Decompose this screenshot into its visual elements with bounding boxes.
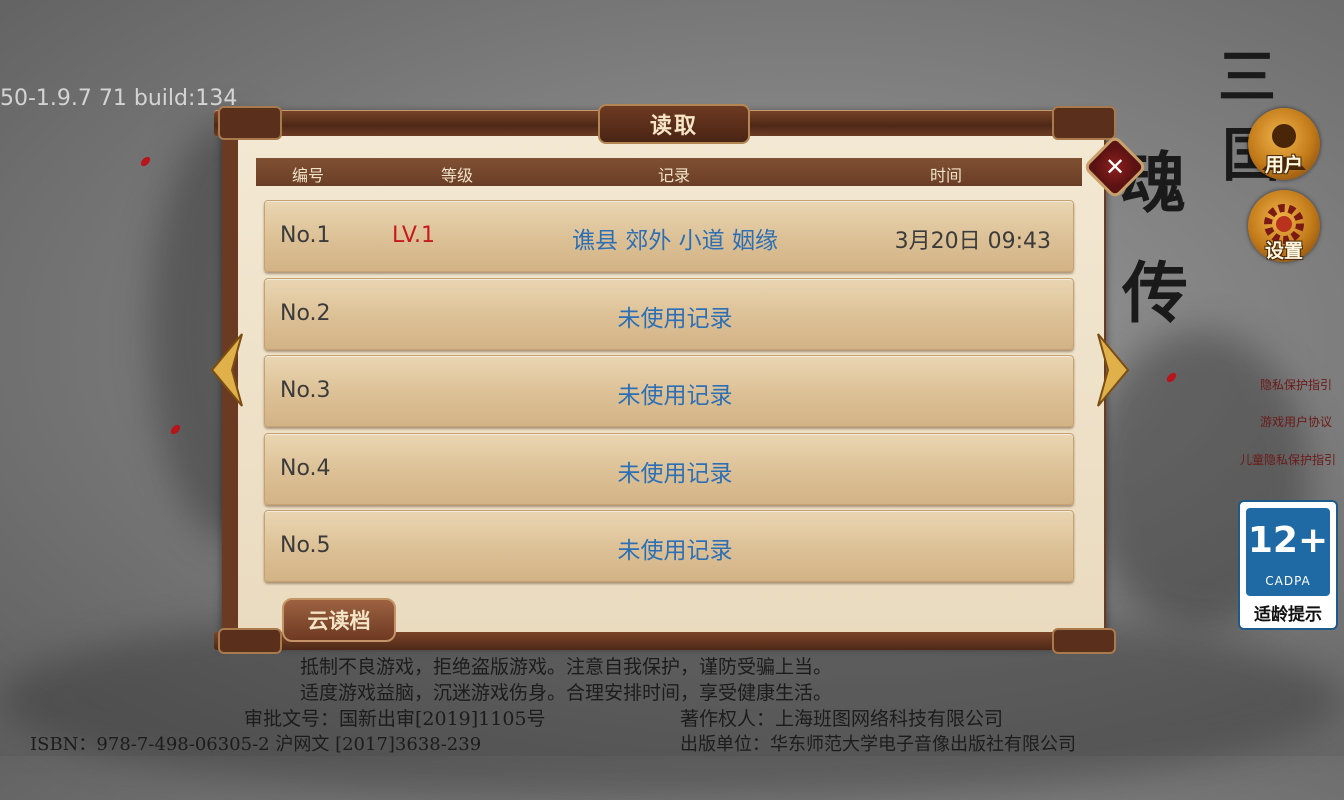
save-slot-3[interactable]: No.3 未使用记录 bbox=[264, 355, 1074, 427]
close-icon: ✕ bbox=[1104, 153, 1126, 181]
slot-number: No.3 bbox=[280, 378, 331, 403]
save-slot-4[interactable]: No.4 未使用记录 bbox=[264, 433, 1074, 505]
age-rating-org: CADPA bbox=[1265, 574, 1311, 588]
frame-ornament-right bbox=[1052, 106, 1116, 140]
header-time: 时间 bbox=[929, 166, 963, 185]
footer-approval: 审批文号：国新出审[2019]1105号 bbox=[244, 708, 546, 730]
save-slot-5[interactable]: No.5 未使用记录 bbox=[264, 510, 1074, 582]
footer-publisher: 出版单位：华东师范大学电子音像出版社有限公司 bbox=[680, 734, 1076, 755]
age-rating-badge[interactable]: 12+ CADPA 适龄提示 bbox=[1238, 500, 1338, 630]
child-privacy-link[interactable]: 儿童隐私保护指引 bbox=[1240, 451, 1336, 468]
user-label: 用户 bbox=[1264, 154, 1303, 176]
footer-copyright: 著作权人：上海班图网络科技有限公司 bbox=[680, 708, 1004, 730]
save-slot-2[interactable]: No.2 未使用记录 bbox=[264, 278, 1074, 350]
footer-isbn: ISBN：978-7-498-06305-2 沪网文 [2017]3638-23… bbox=[30, 734, 482, 755]
slot-number: No.5 bbox=[280, 533, 331, 558]
slot-record: 谯县 郊外 小道 姻缘 bbox=[572, 228, 778, 254]
header-number: 编号 bbox=[291, 166, 325, 185]
age-rating-tip: 适龄提示 bbox=[1254, 605, 1322, 625]
slot-level: LV.1 bbox=[392, 223, 436, 248]
slot-time: 3月20日 09:43 bbox=[894, 229, 1051, 254]
dialog-title: 读取 bbox=[598, 104, 750, 144]
header-level: 等级 bbox=[440, 166, 474, 185]
slot-record: 未使用记录 bbox=[617, 538, 733, 564]
settings-label: 设置 bbox=[1264, 240, 1303, 262]
user-agreement-link[interactable]: 游戏用户协议 bbox=[1260, 413, 1332, 430]
frame-ornament-left bbox=[218, 106, 282, 140]
slot-number: No.1 bbox=[280, 223, 331, 248]
prev-page-arrow-icon[interactable] bbox=[210, 332, 244, 408]
slot-record: 未使用记录 bbox=[617, 383, 733, 409]
next-page-arrow-icon[interactable] bbox=[1096, 332, 1130, 408]
frame-ornament-left-bottom bbox=[218, 628, 282, 654]
slot-number: No.4 bbox=[280, 456, 331, 481]
footer-line-2: 适度游戏益脑，沉迷游戏伤身。合理安排时间，享受健康生活。 bbox=[300, 682, 833, 704]
age-rating-number: 12+ bbox=[1247, 520, 1329, 561]
petal-decoration bbox=[139, 154, 152, 169]
game-title-char: 三 bbox=[1218, 43, 1277, 111]
version-text: 50-1.9.7 71 build:134 bbox=[0, 86, 238, 111]
slot-number: No.2 bbox=[280, 301, 331, 326]
slot-record: 未使用记录 bbox=[617, 306, 733, 332]
game-title-char: 传 bbox=[1122, 254, 1188, 332]
header-record: 记录 bbox=[657, 166, 691, 185]
footer-line-1: 抵制不良游戏，拒绝盗版游戏。注意自我保护，谨防受骗上当。 bbox=[300, 656, 833, 678]
slot-record: 未使用记录 bbox=[617, 461, 733, 487]
cloud-load-button[interactable]: 云读档 bbox=[282, 598, 396, 642]
age-rating-panel: 12+ CADPA bbox=[1246, 508, 1330, 596]
table-header: 编号 等级 记录 时间 bbox=[256, 158, 1082, 186]
save-slot-1[interactable]: No.1 LV.1 谯县 郊外 小道 姻缘 3月20日 09:43 bbox=[264, 200, 1074, 272]
privacy-link[interactable]: 隐私保护指引 bbox=[1260, 376, 1332, 393]
frame-ornament-right-bottom bbox=[1052, 628, 1116, 654]
